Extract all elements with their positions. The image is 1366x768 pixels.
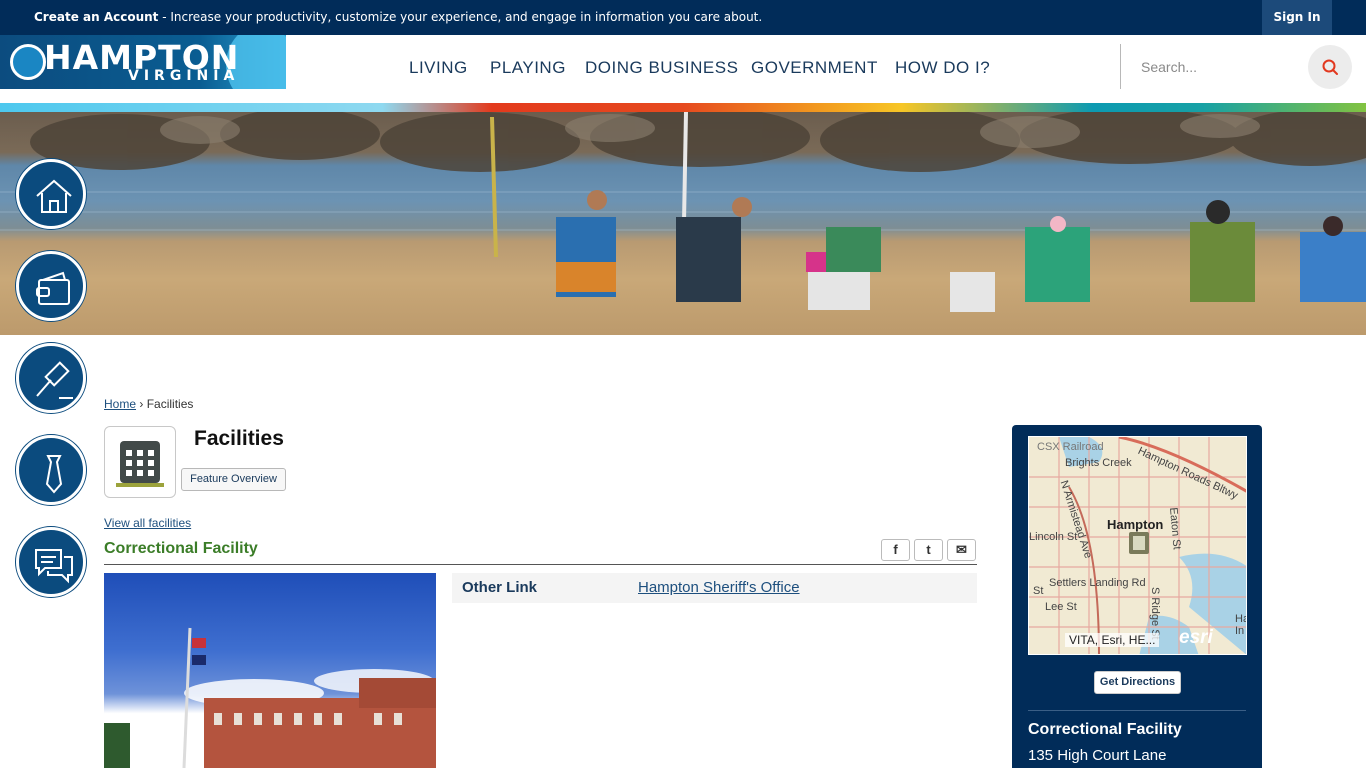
sheriff-office-link[interactable]: Hampton Sheriff's Office	[638, 579, 800, 596]
facilities-icon	[104, 426, 176, 498]
search-button[interactable]	[1308, 45, 1352, 89]
quick-link-home[interactable]	[16, 159, 86, 229]
location-map[interactable]: CSX Railroad Brights Creek Hampton Roads…	[1028, 436, 1247, 655]
quick-link-business[interactable]	[16, 435, 86, 505]
breadcrumb-separator: ›	[139, 397, 144, 411]
email-share-button[interactable]: ✉	[947, 539, 976, 561]
map-label-creek: Brights Creek	[1065, 457, 1132, 469]
quick-link-contact[interactable]	[16, 527, 86, 597]
wallet-icon	[36, 271, 70, 305]
quick-link-payments[interactable]	[16, 251, 86, 321]
create-account-link[interactable]: Create an Account	[34, 10, 158, 24]
home-icon	[36, 179, 72, 213]
feature-overview-button[interactable]: Feature Overview	[181, 468, 286, 491]
map-label-city: Hampton	[1107, 517, 1164, 532]
hampton-logo[interactable]: HAMPTON VIRGINIA	[0, 35, 286, 89]
search-icon	[1322, 59, 1338, 75]
twitter-icon: t	[926, 542, 931, 557]
map-label-railroad: CSX Railroad	[1037, 441, 1104, 453]
building-icon	[120, 441, 160, 483]
beach-scene	[0, 112, 1366, 312]
map-credit: VITA, Esri, HE...	[1065, 633, 1160, 647]
map-label-st: St	[1033, 585, 1044, 597]
logo-subtitle: VIRGINIA	[128, 68, 240, 84]
site-header: HAMPTON VIRGINIA LIVING PLAYING DOING BU…	[0, 35, 1366, 103]
map-label-ha: Ha	[1235, 613, 1246, 625]
get-directions-button[interactable]: Get Directions	[1094, 671, 1181, 694]
color-stripe	[0, 103, 1366, 112]
building-icon-base	[116, 483, 164, 487]
other-link-row: Other Link Hampton Sheriff's Office	[452, 573, 977, 603]
breadcrumb: Home › Facilities	[104, 397, 193, 411]
sign-in-button[interactable]: Sign In	[1262, 0, 1332, 35]
nav-doing-business[interactable]: DOING BUSINESS	[585, 58, 738, 78]
create-account-text: - Increase your productivity, customize …	[158, 10, 763, 24]
top-bar: Create an Account - Increase your produc…	[0, 0, 1366, 35]
tie-icon	[45, 455, 63, 494]
breadcrumb-home[interactable]: Home	[104, 397, 136, 411]
map-label-settlers: Settlers Landing Rd	[1049, 577, 1146, 589]
hero-banner-image	[0, 112, 1366, 335]
sidebar-facility-name: Correctional Facility	[1028, 721, 1182, 738]
breadcrumb-current: Facilities	[146, 397, 194, 411]
header-divider	[1120, 44, 1121, 89]
logo-seal-icon	[10, 44, 46, 80]
email-icon: ✉	[956, 542, 967, 557]
view-all-facilities-link[interactable]: View all facilities	[104, 516, 191, 530]
facebook-share-button[interactable]: f	[881, 539, 910, 561]
facility-title: Correctional Facility	[104, 540, 258, 557]
chat-icon	[35, 549, 73, 584]
nav-living[interactable]: LIVING	[409, 58, 468, 78]
nav-government[interactable]: GOVERNMENT	[751, 58, 878, 78]
other-link-label: Other Link	[462, 579, 538, 596]
create-account-message: Create an Account - Increase your produc…	[34, 10, 762, 24]
sidebar-divider	[1028, 710, 1246, 711]
page-title: Facilities	[194, 427, 284, 450]
map-label-ridge: S Ridge St	[1149, 587, 1161, 640]
nav-how-do-i[interactable]: HOW DO I?	[895, 58, 990, 78]
twitter-share-button[interactable]: t	[914, 539, 943, 561]
gavel-icon	[36, 361, 73, 399]
jail-building-image	[104, 627, 436, 768]
esri-logo: esri	[1179, 627, 1213, 648]
nav-playing[interactable]: PLAYING	[490, 58, 566, 78]
map-label-in: In	[1235, 625, 1245, 637]
search-input[interactable]	[1130, 53, 1300, 81]
section-divider	[104, 564, 977, 565]
map-label-lincoln: Lincoln St	[1029, 531, 1078, 543]
map-label-lee: Lee St	[1045, 601, 1077, 613]
facebook-icon: f	[893, 542, 898, 557]
facility-photo	[104, 573, 436, 768]
quick-link-government[interactable]	[16, 343, 86, 413]
facility-sidebar: CSX Railroad Brights Creek Hampton Roads…	[1012, 425, 1262, 768]
map-streets	[1029, 437, 1246, 654]
sidebar-address: 135 High Court Lane	[1028, 747, 1167, 764]
